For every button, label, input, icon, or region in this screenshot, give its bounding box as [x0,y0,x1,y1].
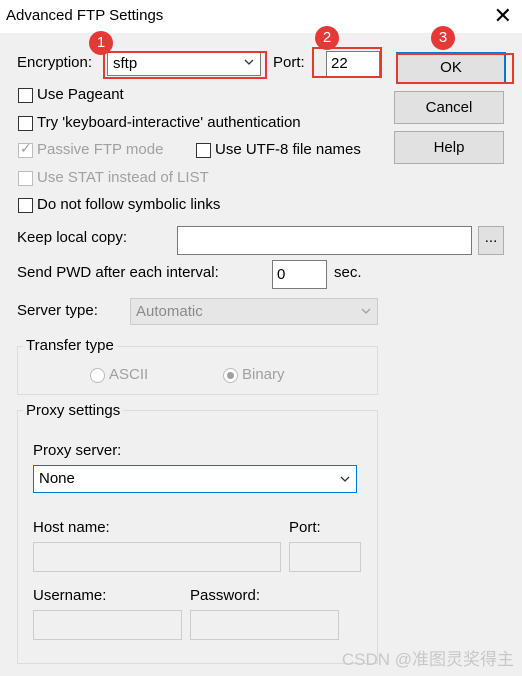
browse-button-label: ... [484,229,498,246]
username-input[interactable] [33,610,182,640]
encryption-select[interactable]: sftp [107,52,261,76]
send-pwd-value: 0 [277,266,286,283]
send-pwd-unit: sec. [334,264,362,281]
server-type-label: Server type: [17,302,98,319]
ok-button-label: OK [440,59,462,76]
help-button[interactable]: Help [394,131,504,164]
encryption-value: sftp [113,55,138,72]
advanced-ftp-settings-dialog: Advanced FTP Settings ✕ Encryption: sftp… [0,0,522,676]
send-pwd-input[interactable]: 0 [272,260,327,289]
use-stat-label: Use STAT instead of LIST [37,169,209,186]
proxy-port-input[interactable] [289,542,361,572]
server-type-select[interactable]: Automatic [130,298,378,325]
ascii-label: ASCII [109,366,149,383]
annotation-badge-2: 2 [315,26,339,50]
utf8-label: Use UTF-8 file names [215,141,361,158]
keyboard-interactive-label: Try 'keyboard-interactive' authenticatio… [37,114,301,131]
browse-button[interactable]: ... [478,226,504,255]
checkmark-icon: ✓ [20,140,32,156]
port-label: Port: [273,54,305,71]
use-pageant-checkbox[interactable] [18,88,33,103]
server-type-value: Automatic [136,303,203,320]
port-input[interactable]: 22 [326,51,380,78]
binary-radio[interactable] [223,368,238,383]
binary-label: Binary [242,366,285,383]
ascii-radio[interactable] [90,368,105,383]
proxy-server-label: Proxy server: [33,442,122,459]
send-pwd-label: Send PWD after each interval: [17,264,219,281]
host-name-label: Host name: [33,519,110,536]
keep-local-copy-input[interactable] [177,226,472,255]
encryption-label: Encryption: [17,54,93,71]
cancel-button[interactable]: Cancel [394,91,504,124]
chevron-down-icon [361,308,371,314]
passive-ftp-label: Passive FTP mode [37,141,164,158]
ok-button[interactable]: OK [396,52,506,84]
annotation-badge-3: 3 [431,26,455,50]
no-symlinks-checkbox[interactable] [18,198,33,213]
proxy-server-value: None [39,470,75,487]
window-title: Advanced FTP Settings [6,7,164,24]
host-name-input[interactable] [33,542,281,572]
cancel-button-label: Cancel [425,99,473,116]
use-stat-checkbox[interactable] [18,171,33,186]
chevron-down-icon [340,476,350,482]
passive-ftp-checkbox[interactable]: ✓ [18,140,33,158]
password-input[interactable] [190,610,339,640]
proxy-port-label: Port: [289,519,321,536]
no-symlinks-label: Do not follow symbolic links [37,196,221,213]
transfer-type-title: Transfer type [23,337,117,354]
use-pageant-label: Use Pageant [37,86,124,103]
help-button-label: Help [433,139,465,156]
proxy-server-select[interactable]: None [33,465,357,493]
password-label: Password: [190,587,261,604]
annotation-badge-1: 1 [89,31,113,55]
keep-local-copy-label: Keep local copy: [17,229,128,246]
keyboard-interactive-checkbox[interactable] [18,116,33,131]
username-label: Username: [33,587,107,604]
close-icon[interactable]: ✕ [494,3,512,29]
utf8-checkbox[interactable] [196,143,211,158]
chevron-down-icon [244,59,254,65]
watermark-text: CSDN @准图灵奖得主 [341,650,514,669]
proxy-settings-title: Proxy settings [23,402,124,419]
port-value: 22 [331,55,348,72]
radio-selected-dot [227,372,234,379]
